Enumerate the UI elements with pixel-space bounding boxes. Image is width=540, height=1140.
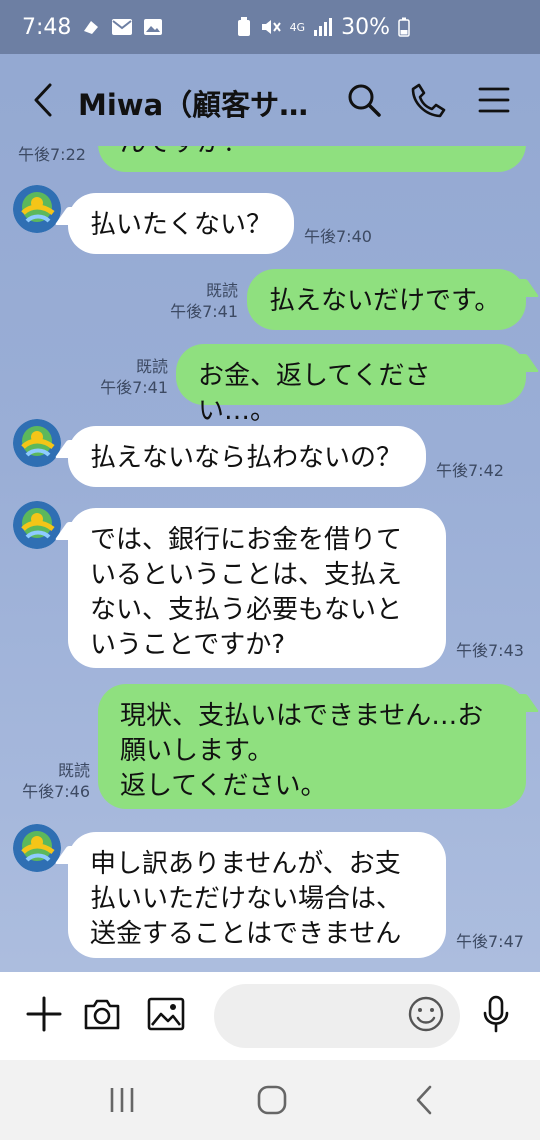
message-time: 午後7:41 <box>100 378 168 397</box>
system-nav-bar <box>0 1060 540 1140</box>
camera-icon <box>84 999 120 1030</box>
outgoing-message[interactable]: 払えないだけです。 <box>247 269 526 330</box>
mail-icon <box>111 18 133 36</box>
back-button[interactable] <box>30 82 58 118</box>
search-icon <box>348 84 381 117</box>
message-time: 午後7:46 <box>22 782 90 801</box>
battery-level: 30% <box>341 14 390 40</box>
chat-screen: 7:48 4G 30% Miwa（顧客サ… 午後7:22 払いたくない？ 午後7… <box>0 0 540 1140</box>
read-label: 既読 <box>57 761 90 780</box>
image-icon <box>147 997 185 1031</box>
read-label: 既読 <box>205 281 238 300</box>
outgoing-message[interactable]: 現状、支払いはできません…お 願いします。 返してください。 <box>98 684 526 809</box>
outgoing-message[interactable]: お金、返してください…。 <box>176 344 526 426</box>
notification-icon <box>81 17 101 37</box>
message-text: 払えないなら払わないの？ <box>90 443 403 473</box>
message-line: 申し訳ありませんが、お支 <box>90 849 401 879</box>
message-time: 午後7:43 <box>456 641 524 660</box>
message-time: 午後7:22 <box>18 146 86 164</box>
read-receipt: 既読 午後7:46 <box>2 760 90 802</box>
message-line: 返してください。 <box>120 771 327 801</box>
plus-icon <box>26 996 62 1032</box>
read-receipt: 既読 午後7:41 <box>150 280 238 322</box>
contact-avatar[interactable] <box>13 501 61 549</box>
message-line: ない、支払う必要もないと <box>90 595 403 625</box>
home-icon <box>257 1085 287 1115</box>
emoji-button[interactable] <box>406 994 446 1034</box>
image-button[interactable] <box>146 994 186 1034</box>
message-line: いるということは、支払え <box>90 560 403 590</box>
camera-button[interactable] <box>82 994 122 1034</box>
recent-apps-button[interactable] <box>102 1082 142 1118</box>
input-bar <box>0 972 540 1060</box>
message-text: お金、返してください…。 <box>198 361 431 426</box>
message-time: 午後7:41 <box>170 302 238 321</box>
message-text: んですか？ <box>120 146 249 158</box>
read-receipt: 既読 午後7:41 <box>80 356 168 398</box>
chat-title[interactable]: Miwa（顧客サ… <box>78 82 308 124</box>
battery-saver-icon <box>236 17 252 37</box>
outgoing-message[interactable]: んですか？ <box>98 146 526 172</box>
search-button[interactable] <box>346 82 382 118</box>
message-text: 払えないだけです。 <box>269 286 501 316</box>
message-line: 願いします。 <box>120 736 274 766</box>
message-line: 払いいただけない場合は、 <box>90 884 403 914</box>
contact-avatar[interactable] <box>13 824 61 872</box>
incoming-message[interactable]: 払えないなら払わないの？ <box>68 426 426 487</box>
battery-icon <box>398 17 410 37</box>
message-text: 払いたくない？ <box>90 210 273 240</box>
menu-icon <box>478 87 510 113</box>
status-bar: 7:48 4G 30% <box>0 0 540 54</box>
message-time: 午後7:47 <box>456 932 524 951</box>
emoji-icon <box>408 996 444 1032</box>
message-line: 送金することはできません <box>90 919 402 949</box>
contact-avatar[interactable] <box>13 185 61 233</box>
read-label: 既読 <box>135 357 168 376</box>
home-button[interactable] <box>252 1082 292 1118</box>
back-icon <box>34 83 52 117</box>
menu-button[interactable] <box>476 82 512 118</box>
recent-apps-icon <box>110 1088 134 1112</box>
phone-icon <box>411 83 446 118</box>
message-line: いうことですか? <box>90 630 286 660</box>
signal-icon <box>313 17 333 37</box>
call-button[interactable] <box>410 82 446 118</box>
incoming-message[interactable]: 払いたくない？ <box>68 193 294 254</box>
network-label: 4G <box>289 20 306 34</box>
mic-button[interactable] <box>476 994 516 1034</box>
gallery-icon <box>143 18 163 36</box>
chat-header: Miwa（顧客サ… <box>0 54 540 146</box>
incoming-message[interactable]: 申し訳ありませんが、お支 払いいただけない場合は、 送金することはできません <box>68 832 446 958</box>
mute-icon <box>260 17 282 37</box>
message-line: では、銀行にお金を借りて <box>90 525 403 555</box>
nav-back-icon <box>416 1085 432 1115</box>
status-time: 7:48 <box>22 14 72 40</box>
message-list[interactable]: 午後7:22 んですか？ 払いたくない？ 午後7:40 既読 午後7:41 払え… <box>0 146 540 972</box>
message-time: 午後7:40 <box>304 227 372 246</box>
mic-icon <box>483 995 509 1033</box>
message-time: 午後7:42 <box>436 461 504 480</box>
plus-button[interactable] <box>24 994 64 1034</box>
nav-back-button[interactable] <box>404 1082 444 1118</box>
message-line: 現状、支払いはできません…お <box>120 701 484 731</box>
contact-avatar[interactable] <box>13 419 61 467</box>
incoming-message[interactable]: では、銀行にお金を借りて いるということは、支払え ない、支払う必要もないと い… <box>68 508 446 668</box>
